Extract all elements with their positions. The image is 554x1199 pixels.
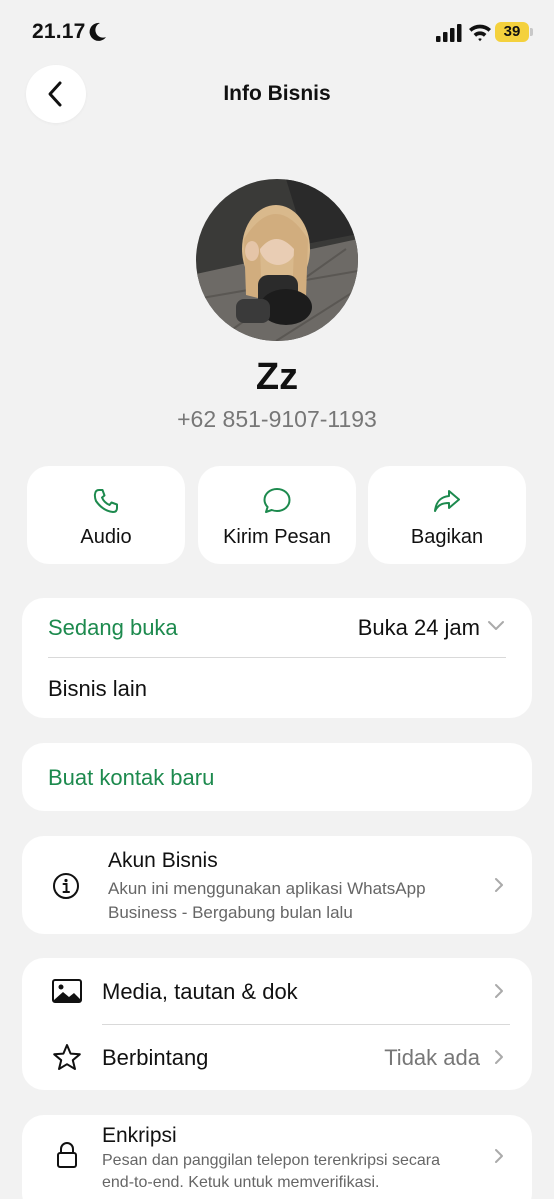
phone-icon [93,489,118,513]
lock-icon [57,1142,77,1168]
encryption-title: Enkripsi [102,1124,177,1147]
open-status: Sedang buka [48,615,178,640]
share-label: Bagikan [410,526,484,548]
battery-level: 39 [495,22,529,42]
business-info-screen: 21.17 39 Info Bisnis Zz +62 851-9107-119… [0,0,554,1199]
audio-label: Audio [80,526,132,548]
share-button[interactable]: Bagikan [368,466,526,564]
wifi-icon [469,24,491,42]
status-bar: 21.17 39 [0,0,554,60]
business-hours-card: Sedang buka Buka 24 jam Bisnis lain [22,598,532,718]
audio-call-button[interactable]: Audio [27,466,185,564]
star-icon [53,1044,81,1070]
chevron-right-icon [495,878,503,892]
chevron-down-icon[interactable] [486,618,506,632]
profile-avatar[interactable] [196,179,358,341]
share-icon [434,490,460,512]
encryption-desc-line2: end-to-end. Ketuk untuk memverifikasi. [102,1174,380,1191]
business-account-title: Akun Bisnis [108,849,218,872]
message-icon [263,488,291,513]
encryption-card[interactable]: Enkripsi Pesan dan panggilan telepon ter… [22,1115,532,1199]
send-message-label: Kirim Pesan [223,526,331,548]
profile-name: Zz [255,356,299,398]
profile-phone: +62 851-9107-1193 [177,406,377,432]
media-starred-card: Media, tautan & dok Berbintang Tidak ada [22,958,532,1090]
chevron-right-icon [495,1050,503,1064]
business-account-desc-line1: Akun ini menggunakan aplikasi WhatsApp [108,879,426,898]
divider [48,657,506,658]
image-icon [52,979,82,1003]
cellular-signal-icon [436,24,462,42]
encryption-desc-line1: Pesan dan panggilan telepon terenkripsi … [102,1152,441,1169]
send-message-button[interactable]: Kirim Pesan [198,466,356,564]
media-label: Media, tautan & dok [102,979,298,1004]
new-contact-card[interactable]: Buat kontak baru [22,743,532,811]
battery-tip [530,28,533,36]
business-account-card[interactable]: Akun Bisnis Akun ini menggunakan aplikas… [22,836,532,934]
media-links-docs-row[interactable]: Media, tautan & dok [22,958,532,1024]
avatar-photo [196,179,358,341]
status-time: 21.17 [32,20,86,43]
other-business-link[interactable]: Bisnis lain [48,676,147,702]
page-title: Info Bisnis [223,82,331,105]
new-contact-label: Buat kontak baru [48,765,215,790]
business-account-desc-line2: Business - Bergabung bulan lalu [108,903,353,922]
info-icon [53,873,79,899]
moon-icon [89,22,106,41]
chevron-right-icon [495,1149,503,1163]
starred-value: Tidak ada [384,1045,480,1070]
starred-row[interactable]: Berbintang Tidak ada [22,1025,532,1090]
starred-label: Berbintang [102,1045,209,1070]
chevron-right-icon [495,984,503,998]
opening-hours-value[interactable]: Buka 24 jam [358,615,480,641]
